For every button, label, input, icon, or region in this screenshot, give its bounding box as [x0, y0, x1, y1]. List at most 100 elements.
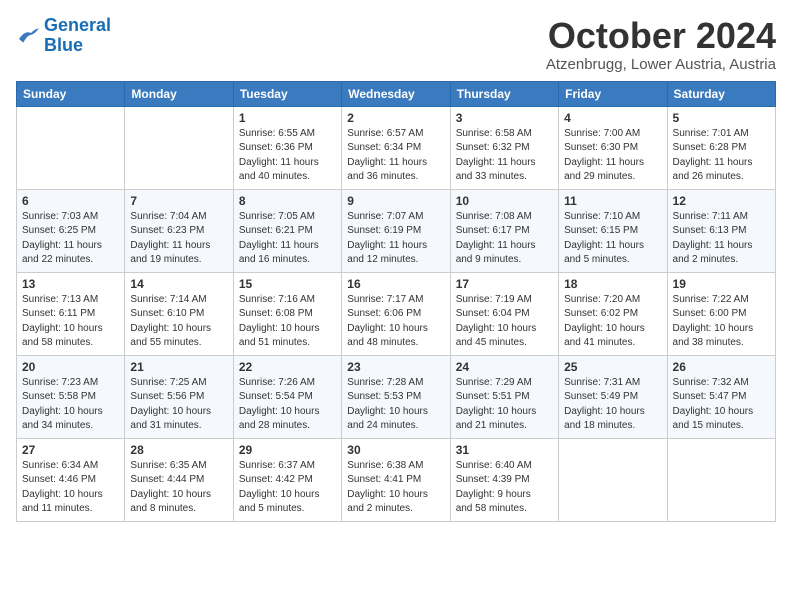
day-info: Sunrise: 7:31 AM Sunset: 5:49 PM Dayligh…: [564, 376, 661, 434]
day-info: Sunrise: 6:38 AM Sunset: 4:41 PM Dayligh…: [347, 459, 444, 517]
day-info: Sunrise: 7:14 AM Sunset: 6:10 PM Dayligh…: [130, 293, 227, 351]
calendar-cell: 9 Sunrise: 7:07 AM Sunset: 6:19 PM Daylig…: [342, 189, 450, 272]
day-number: 22: [239, 360, 336, 374]
day-number: 4: [564, 111, 661, 125]
weekday-header-saturday: Saturday: [667, 81, 775, 106]
calendar-cell: 2 Sunrise: 6:57 AM Sunset: 6:34 PM Daylig…: [342, 106, 450, 189]
calendar-cell: 11 Sunrise: 7:10 AM Sunset: 6:15 PM Dayli…: [559, 189, 667, 272]
calendar-cell: 15 Sunrise: 7:16 AM Sunset: 6:08 PM Dayli…: [233, 272, 341, 355]
calendar-cell: 12Sunrise: 7:11 AM Sunset: 6:13 PM Dayli…: [667, 189, 775, 272]
calendar-cell: 29 Sunrise: 6:37 AM Sunset: 4:42 PM Dayli…: [233, 438, 341, 521]
day-number: 11: [564, 194, 661, 208]
location-title: Atzenbrugg, Lower Austria, Austria: [546, 56, 776, 73]
day-number: 18: [564, 277, 661, 291]
calendar-week-2: 6Sunrise: 7:03 AM Sunset: 6:25 PM Daylig…: [17, 189, 776, 272]
calendar-cell: 26 Sunrise: 7:32 AM Sunset: 5:47 PM Dayli…: [667, 355, 775, 438]
calendar-cell: 13Sunrise: 7:13 AM Sunset: 6:11 PM Dayli…: [17, 272, 125, 355]
day-number: 1: [239, 111, 336, 125]
day-info: Sunrise: 6:55 AM Sunset: 6:36 PM Dayligh…: [239, 127, 336, 185]
day-info: Sunrise: 6:57 AM Sunset: 6:34 PM Dayligh…: [347, 127, 444, 185]
day-info: Sunrise: 7:10 AM Sunset: 6:15 PM Dayligh…: [564, 210, 661, 268]
day-info: Sunrise: 7:29 AM Sunset: 5:51 PM Dayligh…: [456, 376, 553, 434]
day-info: Sunrise: 7:03 AM Sunset: 6:25 PM Dayligh…: [22, 210, 119, 268]
day-number: 20: [22, 360, 119, 374]
day-number: 23: [347, 360, 444, 374]
day-info: Sunrise: 6:35 AM Sunset: 4:44 PM Dayligh…: [130, 459, 227, 517]
calendar-cell: 16 Sunrise: 7:17 AM Sunset: 6:06 PM Dayli…: [342, 272, 450, 355]
calendar-cell: 27 Sunrise: 6:34 AM Sunset: 4:46 PM Dayli…: [17, 438, 125, 521]
weekday-header-tuesday: Tuesday: [233, 81, 341, 106]
day-number: 28: [130, 443, 227, 457]
logo-icon: [16, 27, 40, 45]
day-number: 8: [239, 194, 336, 208]
day-info: Sunrise: 7:23 AM Sunset: 5:58 PM Dayligh…: [22, 376, 119, 434]
calendar-cell: 19Sunrise: 7:22 AM Sunset: 6:00 PM Dayli…: [667, 272, 775, 355]
day-info: Sunrise: 7:01 AM Sunset: 6:28 PM Dayligh…: [673, 127, 770, 185]
calendar-cell: 24 Sunrise: 7:29 AM Sunset: 5:51 PM Dayli…: [450, 355, 558, 438]
day-number: 3: [456, 111, 553, 125]
calendar-cell: 30 Sunrise: 6:38 AM Sunset: 4:41 PM Dayli…: [342, 438, 450, 521]
day-info: Sunrise: 6:37 AM Sunset: 4:42 PM Dayligh…: [239, 459, 336, 517]
logo-text: GeneralBlue: [44, 15, 111, 55]
day-number: 30: [347, 443, 444, 457]
day-info: Sunrise: 7:17 AM Sunset: 6:06 PM Dayligh…: [347, 293, 444, 351]
day-number: 17: [456, 277, 553, 291]
weekday-header-wednesday: Wednesday: [342, 81, 450, 106]
weekday-header-monday: Monday: [125, 81, 233, 106]
calendar-cell: 3 Sunrise: 6:58 AM Sunset: 6:32 PM Daylig…: [450, 106, 558, 189]
calendar-table: SundayMondayTuesdayWednesdayThursdayFrid…: [16, 81, 776, 522]
month-title: October 2024: [546, 16, 776, 56]
calendar-cell: 5 Sunrise: 7:01 AM Sunset: 6:28 PM Daylig…: [667, 106, 775, 189]
day-info: Sunrise: 6:58 AM Sunset: 6:32 PM Dayligh…: [456, 127, 553, 185]
calendar-cell: 21Sunrise: 7:25 AM Sunset: 5:56 PM Dayli…: [125, 355, 233, 438]
day-info: Sunrise: 7:20 AM Sunset: 6:02 PM Dayligh…: [564, 293, 661, 351]
day-info: Sunrise: 7:00 AM Sunset: 6:30 PM Dayligh…: [564, 127, 661, 185]
calendar-cell: 14Sunrise: 7:14 AM Sunset: 6:10 PM Dayli…: [125, 272, 233, 355]
calendar-cell: 8Sunrise: 7:05 AM Sunset: 6:21 PM Daylig…: [233, 189, 341, 272]
day-info: Sunrise: 7:07 AM Sunset: 6:19 PM Dayligh…: [347, 210, 444, 268]
day-number: 25: [564, 360, 661, 374]
calendar-cell: 7Sunrise: 7:04 AM Sunset: 6:23 PM Daylig…: [125, 189, 233, 272]
day-number: 2: [347, 111, 444, 125]
day-number: 5: [673, 111, 770, 125]
day-number: 16: [347, 277, 444, 291]
day-info: Sunrise: 7:08 AM Sunset: 6:17 PM Dayligh…: [456, 210, 553, 268]
weekday-header-row: SundayMondayTuesdayWednesdayThursdayFrid…: [17, 81, 776, 106]
day-info: Sunrise: 7:32 AM Sunset: 5:47 PM Dayligh…: [673, 376, 770, 434]
day-info: Sunrise: 7:11 AM Sunset: 6:13 PM Dayligh…: [673, 210, 770, 268]
calendar-cell: 10Sunrise: 7:08 AM Sunset: 6:17 PM Dayli…: [450, 189, 558, 272]
calendar-cell: 28 Sunrise: 6:35 AM Sunset: 4:44 PM Dayli…: [125, 438, 233, 521]
calendar-cell: [17, 106, 125, 189]
day-number: 27: [22, 443, 119, 457]
calendar-cell: [667, 438, 775, 521]
weekday-header-thursday: Thursday: [450, 81, 558, 106]
calendar-cell: 31 Sunrise: 6:40 AM Sunset: 4:39 PM Dayli…: [450, 438, 558, 521]
calendar-cell: 17Sunrise: 7:19 AM Sunset: 6:04 PM Dayli…: [450, 272, 558, 355]
calendar-cell: 25 Sunrise: 7:31 AM Sunset: 5:49 PM Dayli…: [559, 355, 667, 438]
day-number: 7: [130, 194, 227, 208]
calendar-week-4: 20 Sunrise: 7:23 AM Sunset: 5:58 PM Dayli…: [17, 355, 776, 438]
logo: GeneralBlue: [16, 16, 111, 56]
day-number: 29: [239, 443, 336, 457]
weekday-header-sunday: Sunday: [17, 81, 125, 106]
calendar-cell: 22Sunrise: 7:26 AM Sunset: 5:54 PM Dayli…: [233, 355, 341, 438]
day-number: 26: [673, 360, 770, 374]
day-number: 31: [456, 443, 553, 457]
day-info: Sunrise: 6:34 AM Sunset: 4:46 PM Dayligh…: [22, 459, 119, 517]
day-number: 24: [456, 360, 553, 374]
day-number: 9: [347, 194, 444, 208]
calendar-cell: 4 Sunrise: 7:00 AM Sunset: 6:30 PM Daylig…: [559, 106, 667, 189]
day-info: Sunrise: 7:13 AM Sunset: 6:11 PM Dayligh…: [22, 293, 119, 351]
calendar-week-3: 13Sunrise: 7:13 AM Sunset: 6:11 PM Dayli…: [17, 272, 776, 355]
day-number: 19: [673, 277, 770, 291]
day-number: 15: [239, 277, 336, 291]
calendar-cell: 18 Sunrise: 7:20 AM Sunset: 6:02 PM Dayli…: [559, 272, 667, 355]
day-info: Sunrise: 7:25 AM Sunset: 5:56 PM Dayligh…: [130, 376, 227, 434]
calendar-cell: 1 Sunrise: 6:55 AM Sunset: 6:36 PM Daylig…: [233, 106, 341, 189]
day-info: Sunrise: 7:16 AM Sunset: 6:08 PM Dayligh…: [239, 293, 336, 351]
calendar-cell: [559, 438, 667, 521]
calendar-cell: 6Sunrise: 7:03 AM Sunset: 6:25 PM Daylig…: [17, 189, 125, 272]
day-info: Sunrise: 6:40 AM Sunset: 4:39 PM Dayligh…: [456, 459, 553, 517]
calendar-cell: 23 Sunrise: 7:28 AM Sunset: 5:53 PM Dayli…: [342, 355, 450, 438]
day-info: Sunrise: 7:28 AM Sunset: 5:53 PM Dayligh…: [347, 376, 444, 434]
